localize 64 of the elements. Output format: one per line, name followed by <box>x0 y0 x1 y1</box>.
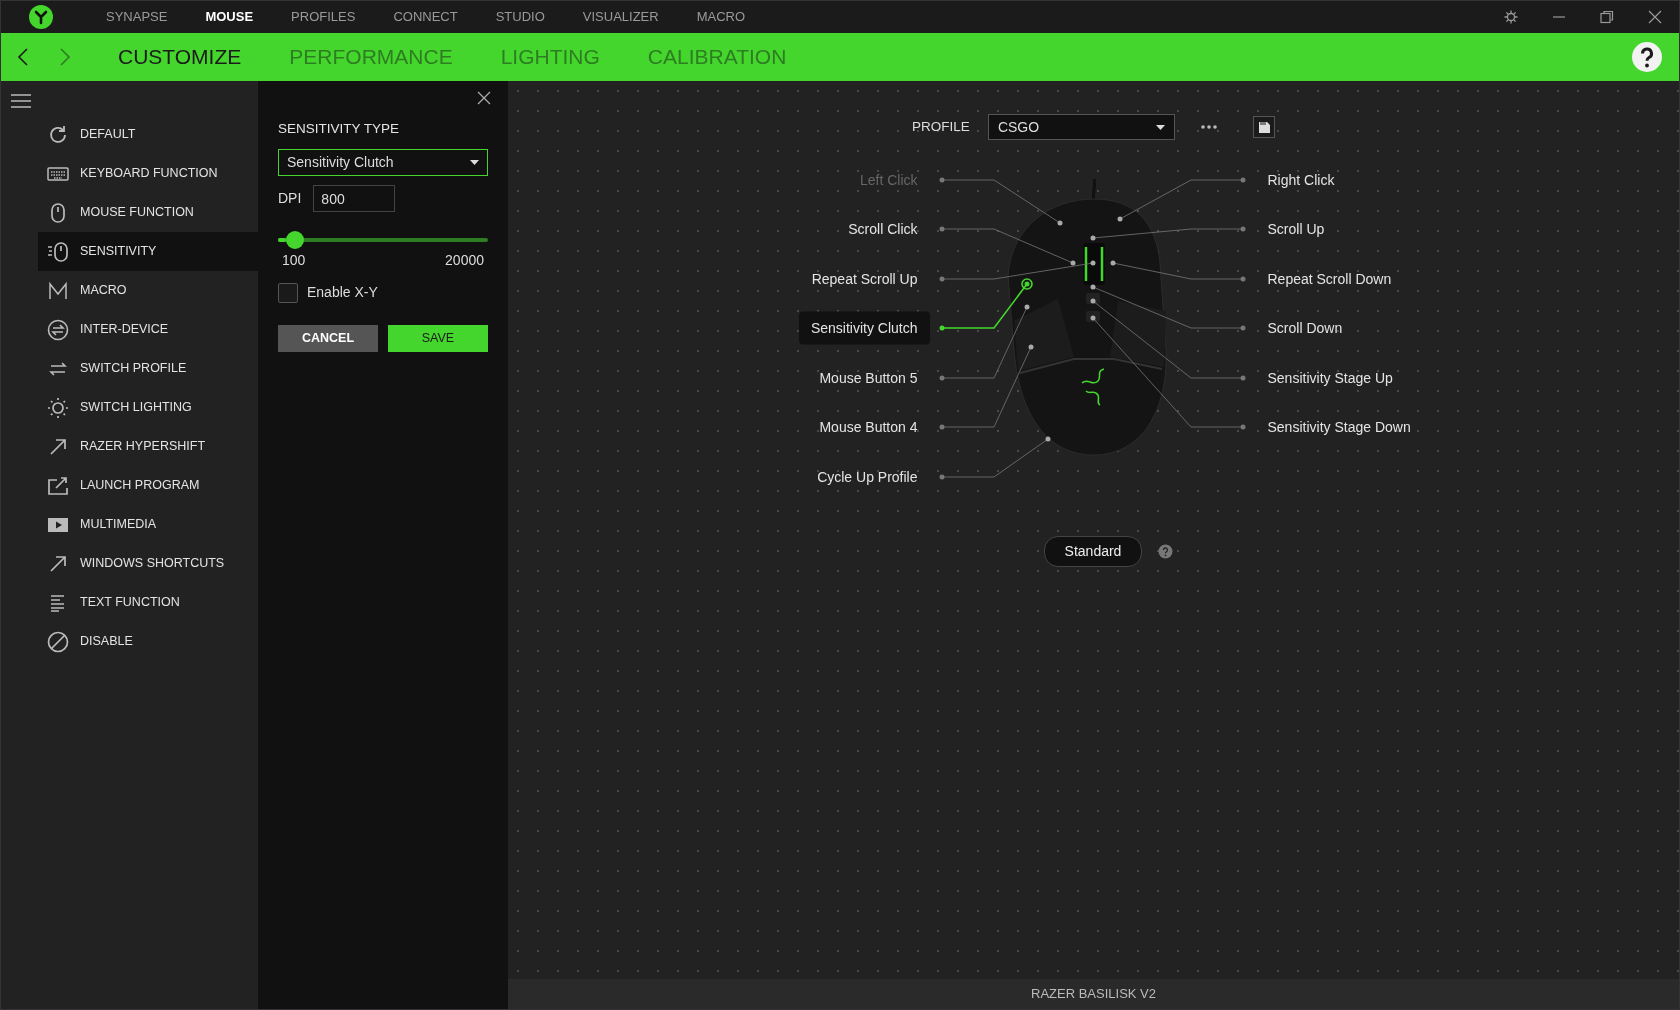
button-mapping-label[interactable]: Scroll Click <box>848 212 918 246</box>
caret-icon <box>1155 124 1165 130</box>
sensitivity-type-dropdown[interactable]: Sensitivity Clutch <box>278 149 488 177</box>
slider-max-label: 20000 <box>445 251 484 271</box>
sidebar-item[interactable]: MOUSE FUNCTION <box>38 193 258 232</box>
sidebar-item[interactable]: LAUNCH PROGRAM <box>38 466 258 505</box>
prohibited-icon <box>47 630 69 653</box>
button-mapping-label[interactable]: Mouse Button 5 <box>819 361 918 395</box>
button-mapping-label[interactable]: Scroll Down <box>1267 311 1343 345</box>
device-name: RAZER BASILISK V2 <box>508 979 1679 1009</box>
section-title: SENSITIVITY TYPE <box>278 120 401 138</box>
refresh-icon <box>47 123 69 146</box>
button-mapping-label[interactable]: Repeat Scroll Down <box>1267 262 1392 296</box>
button-mapping-label[interactable]: Mouse Button 4 <box>819 410 918 444</box>
sidebar-item[interactable]: TEXT FUNCTION <box>38 583 258 622</box>
sidebar-item[interactable]: WINDOWS SHORTCUTS <box>38 544 258 583</box>
sidebar-item[interactable]: RAZER HYPERSHIFT <box>38 427 258 466</box>
slider-min-label: 100 <box>282 251 306 271</box>
sun-icon <box>47 396 69 419</box>
help-icon[interactable] <box>1631 41 1663 73</box>
profile-dropdown[interactable]: CSGO <box>987 114 1175 140</box>
enable-xy-checkbox[interactable] <box>278 282 298 303</box>
section-tab[interactable]: CUSTOMIZE <box>118 41 242 73</box>
button-mapping-label[interactable]: Cycle Up Profile <box>817 460 918 494</box>
more-options-icon[interactable] <box>1200 125 1217 129</box>
button-mapping-label[interactable]: Repeat Scroll Up <box>811 262 918 296</box>
sidebar-item[interactable]: DISABLE <box>38 622 258 661</box>
nav-tab[interactable]: SYNAPSE <box>106 7 168 27</box>
button-mapping-label[interactable]: Right Click <box>1267 163 1335 197</box>
button-mapping-label[interactable]: Scroll Up <box>1267 212 1325 246</box>
nav-tab[interactable]: CONNECT <box>393 7 458 27</box>
dpi-label: DPI <box>278 189 302 209</box>
nav-tab[interactable]: VISUALIZER <box>582 7 659 27</box>
sidebar-item[interactable]: SWITCH LIGHTING <box>38 388 258 427</box>
sidebar-item[interactable]: SENSITIVITY <box>38 232 258 271</box>
window-arrow-icon <box>47 474 69 497</box>
button-mapping-label[interactable]: Sensitivity Stage Down <box>1267 410 1411 444</box>
save-button[interactable]: SAVE <box>388 325 488 353</box>
mouse-lines-icon <box>47 240 69 263</box>
profile-label: PROFILE <box>912 117 970 136</box>
circle-arrows-icon <box>47 318 69 341</box>
sidebar-item[interactable]: DEFAULT <box>38 115 258 154</box>
sidebar-item[interactable]: INTER-DEVICE <box>38 310 258 349</box>
m-shape-icon <box>47 279 69 302</box>
mode-button[interactable]: Standard <box>1043 536 1143 567</box>
caret-icon <box>470 160 479 166</box>
button-mapping-label[interactable]: Sensitivity Stage Up <box>1267 361 1393 395</box>
sidebar-item[interactable]: MACRO <box>38 271 258 310</box>
menu-icon[interactable] <box>11 92 31 109</box>
sidebar-item[interactable]: KEYBOARD FUNCTION <box>38 154 258 193</box>
close-icon[interactable] <box>477 91 491 105</box>
enable-xy-label: Enable X-Y <box>307 283 378 303</box>
sidebar-item[interactable]: SWITCH PROFILE <box>38 349 258 388</box>
dpi-slider-thumb[interactable] <box>285 231 304 250</box>
logo-icon <box>28 4 54 30</box>
selected-point-ring <box>1020 278 1033 290</box>
dpi-field[interactable]: 800 <box>313 185 396 213</box>
nav-tab[interactable]: PROFILES <box>291 7 356 27</box>
button-mapping-label[interactable]: Sensitivity Clutch <box>798 311 930 345</box>
nav-tab[interactable]: MACRO <box>696 7 746 27</box>
sidebar-item[interactable]: MULTIMEDIA <box>38 505 258 544</box>
cancel-button[interactable]: CANCEL <box>278 325 378 353</box>
nav-tab[interactable]: MOUSE <box>205 7 254 27</box>
nav-tab[interactable]: STUDIO <box>495 7 545 27</box>
